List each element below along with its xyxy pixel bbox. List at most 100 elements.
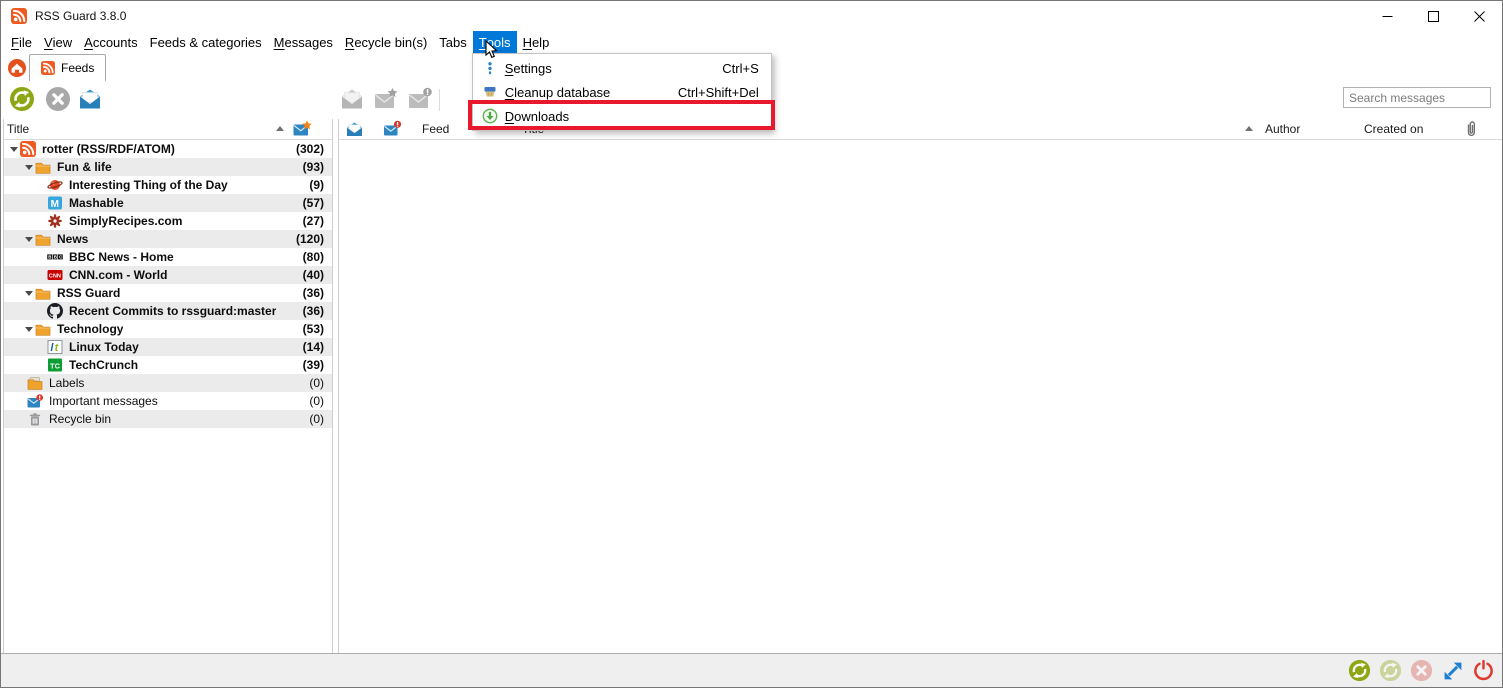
tab-feeds-label: Feeds	[61, 61, 94, 75]
close-button[interactable]	[1456, 1, 1502, 31]
status-bar	[1, 653, 1502, 687]
feed-row[interactable]: Interesting Thing of the Day (9)	[4, 176, 332, 194]
menu-item-downloads[interactable]: Downloads	[473, 104, 771, 128]
feed-row[interactable]: lt Linux Today (14)	[4, 338, 332, 356]
techcrunch-icon: TC	[47, 357, 63, 373]
feed-row-category[interactable]: News (120)	[4, 230, 332, 248]
rss-guard-window: RSS Guard 3.8.0 File View Accounts Feeds…	[0, 0, 1503, 688]
recycle-bin-icon	[27, 411, 43, 427]
update-feeds-button[interactable]	[9, 86, 35, 112]
unread-count: (57)	[303, 196, 332, 210]
fullscreen-button[interactable]	[1441, 659, 1464, 682]
feed-row-category[interactable]: Technology (53)	[4, 320, 332, 338]
refresh-icon	[9, 86, 35, 112]
feeds-tree: rotter (RSS/RDF/ATOM) (302) Fun & life (…	[4, 140, 332, 428]
planet-icon	[47, 177, 63, 193]
feed-row-category[interactable]: Fun & life (93)	[4, 158, 332, 176]
menu-feeds-categories[interactable]: Feeds & categories	[144, 31, 268, 53]
quit-button[interactable]	[1472, 659, 1495, 682]
messages-column-created[interactable]: Created on	[1364, 122, 1423, 136]
read-status-column-icon[interactable]	[345, 120, 364, 138]
refresh-icon	[1379, 659, 1402, 682]
unread-count: (27)	[303, 214, 332, 228]
mark-read-button[interactable]	[77, 86, 103, 112]
github-icon	[47, 303, 63, 319]
svg-text:M: M	[51, 199, 59, 210]
menu-accounts[interactable]: Accounts	[78, 31, 143, 53]
folder-icon	[35, 285, 51, 301]
linuxtoday-icon: lt	[47, 339, 63, 355]
feed-row-account[interactable]: rotter (RSS/RDF/ATOM) (302)	[4, 140, 332, 158]
envelope-star-gray-icon	[373, 86, 399, 112]
open-envelope-gray-icon	[339, 86, 365, 112]
tab-feeds[interactable]: Feeds	[29, 54, 106, 81]
refresh-icon	[1348, 659, 1371, 682]
minimize-button[interactable]	[1364, 1, 1410, 31]
messages-column-author[interactable]: Author	[1265, 122, 1300, 136]
update-all-feeds-button[interactable]	[1348, 659, 1371, 682]
expand-arrow-icon[interactable]	[22, 291, 35, 296]
panel-splitter[interactable]	[332, 119, 333, 655]
menu-item-settings[interactable]: Settings Ctrl+S	[473, 56, 771, 80]
svg-text:B: B	[54, 254, 57, 259]
feed-row[interactable]: M Mashable (57)	[4, 194, 332, 212]
title-bar[interactable]: RSS Guard 3.8.0	[1, 1, 1502, 31]
update-selected-feeds-disabled-button[interactable]	[1379, 659, 1402, 682]
feed-row-recycle-bin[interactable]: Recycle bin (0)	[4, 410, 332, 428]
sort-ascending-icon	[276, 126, 284, 131]
unread-count: (36)	[303, 304, 332, 318]
fullscreen-icon	[1442, 660, 1464, 682]
feed-row[interactable]: Recent Commits to rssguard:master (36)	[4, 302, 332, 320]
menu-item-cleanup-database[interactable]: Cleanup database Ctrl+Shift+Del	[473, 80, 771, 104]
feed-row[interactable]: CNN CNN.com - World (40)	[4, 266, 332, 284]
feed-row-labels[interactable]: Labels (0)	[4, 374, 332, 392]
folder-icon	[35, 159, 51, 175]
home-button[interactable]	[4, 56, 29, 80]
stop-update-button[interactable]	[45, 86, 71, 112]
stop-icon	[1410, 659, 1433, 682]
shortcut-label: Ctrl+Shift+Del	[678, 85, 771, 100]
cleanup-database-icon	[477, 84, 503, 100]
feeds-column-title[interactable]: Title	[7, 122, 29, 136]
settings-icon	[477, 60, 503, 76]
menu-recycle-bins[interactable]: Recycle bin(s)	[339, 31, 433, 53]
menu-tools[interactable]: Tools Settings Ctrl+S Cleanup databa	[473, 31, 517, 53]
unread-count: (302)	[296, 142, 332, 156]
unread-count: (39)	[303, 358, 332, 372]
stop-updates-disabled-button[interactable]	[1410, 659, 1433, 682]
menu-help[interactable]: Help	[517, 31, 556, 53]
unread-count: (14)	[303, 340, 332, 354]
rss-guard-app-icon	[11, 8, 27, 24]
svg-text:CNN: CNN	[49, 274, 61, 280]
importance-column-icon[interactable]	[383, 120, 402, 138]
expand-arrow-icon[interactable]	[22, 327, 35, 332]
feed-row[interactable]: TC TechCrunch (39)	[4, 356, 332, 374]
menu-view[interactable]: View	[38, 31, 78, 53]
menu-file[interactable]: File	[5, 31, 38, 53]
expand-arrow-icon[interactable]	[22, 237, 35, 242]
unread-count: (80)	[303, 250, 332, 264]
expand-arrow-icon[interactable]	[7, 147, 20, 152]
expand-arrow-icon[interactable]	[22, 165, 35, 170]
menu-messages[interactable]: Messages	[268, 31, 339, 53]
feed-row[interactable]: SimplyRecipes.com (27)	[4, 212, 332, 230]
maximize-button[interactable]	[1410, 1, 1456, 31]
simplyrecipes-icon	[47, 213, 63, 229]
attachment-column-icon[interactable]	[1465, 120, 1478, 138]
feed-row-category[interactable]: RSS Guard (36)	[4, 284, 332, 302]
unread-count-column-icon[interactable]	[293, 120, 312, 137]
mark-all-read-disabled-button[interactable]	[339, 86, 365, 112]
search-messages-input[interactable]	[1343, 87, 1491, 108]
unread-count: (0)	[309, 412, 332, 426]
menu-tabs[interactable]: Tabs	[433, 31, 472, 53]
mark-starred-disabled-button[interactable]	[373, 86, 399, 112]
feed-row-important[interactable]: Important messages (0)	[4, 392, 332, 410]
mark-important-disabled-button[interactable]	[407, 86, 433, 112]
menu-bar: File View Accounts Feeds & categories Me…	[1, 31, 1502, 53]
feed-row[interactable]: BBC BBC News - Home (80)	[4, 248, 332, 266]
unread-count: (93)	[303, 160, 332, 174]
stop-icon	[45, 86, 71, 112]
messages-column-feed[interactable]: Feed	[422, 122, 449, 136]
feeds-tab-icon	[41, 61, 55, 75]
svg-text:B: B	[48, 254, 51, 259]
